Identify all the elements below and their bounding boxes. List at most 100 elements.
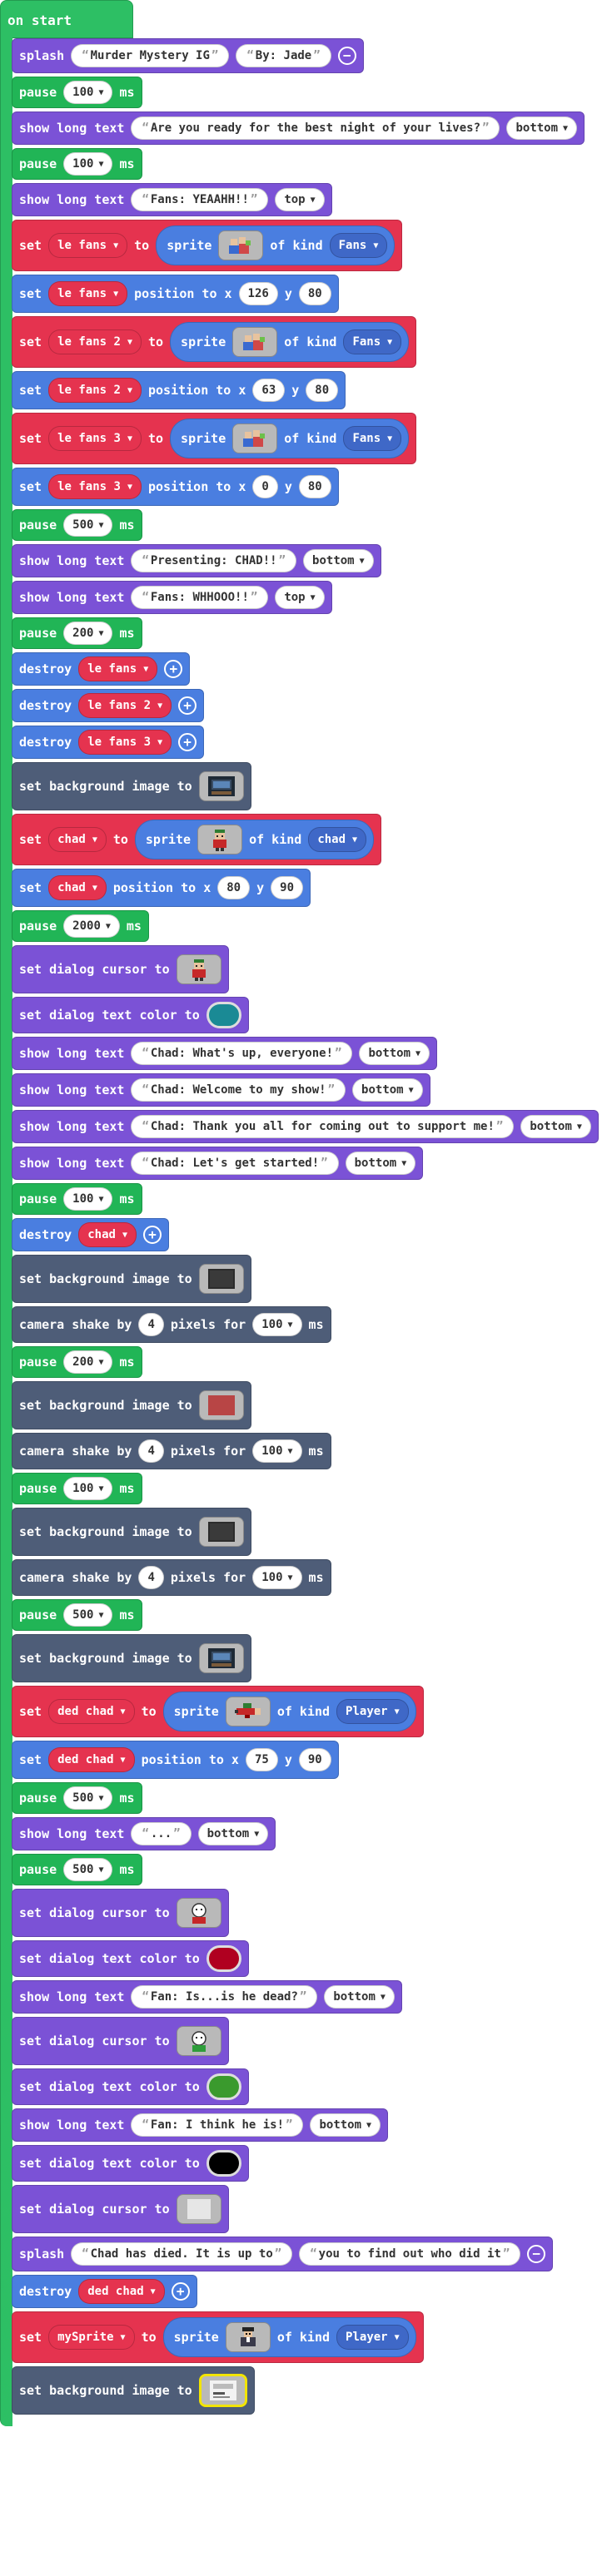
pause-duration-dropdown[interactable]: 100 ▼ [63, 1477, 113, 1500]
y-value-input[interactable]: 80 [306, 379, 339, 402]
pause-block[interactable]: pause 500 ▼ ms [12, 509, 142, 541]
set-sprite-block[interactable]: set mySprite ▼ to sprite of kind Player ▼ [12, 2311, 424, 2363]
set-position-block[interactable]: set le fans 2 ▼ position to x 63 y 80 [12, 371, 346, 409]
variable-dropdown[interactable]: le fans ▼ [48, 281, 128, 306]
pause-duration-dropdown[interactable]: 500 ▼ [63, 1858, 113, 1881]
set-sprite-block[interactable]: set le fans 3 ▼ to sprite of kind Fans ▼ [12, 413, 417, 464]
set-dialog-cursor-block[interactable]: set dialog cursor to [12, 2017, 229, 2065]
dialog-position-dropdown[interactable]: top ▼ [275, 586, 325, 609]
on-start-block[interactable]: on start [0, 0, 133, 38]
shake-duration-dropdown[interactable]: 100 ▼ [252, 1566, 302, 1589]
fan-green-cursor-icon[interactable] [176, 2026, 221, 2056]
shake-amount-input[interactable]: 4 [138, 1313, 164, 1336]
destroy-block[interactable]: destroy le fans 3 ▼ + [12, 726, 205, 759]
variable-dropdown[interactable]: ded chad ▼ [48, 1699, 135, 1724]
pause-block[interactable]: pause 500 ▼ ms [12, 1854, 142, 1885]
variable-dropdown[interactable]: le fans 3 ▼ [48, 426, 142, 451]
create-sprite-reporter[interactable]: sprite of kind Fans ▼ [156, 225, 396, 265]
variable-dropdown[interactable]: le fans ▼ [78, 656, 158, 681]
variable-dropdown[interactable]: chad ▼ [48, 875, 107, 900]
destroy-block[interactable]: destroy le fans ▼ + [12, 652, 191, 686]
long-text-input[interactable]: Chad: Let's get started! [131, 1152, 339, 1175]
set-position-block[interactable]: set le fans ▼ position to x 126 y 80 [12, 275, 339, 313]
splash-block[interactable]: splash Murder Mystery IG By: Jade− [12, 38, 364, 73]
blank-cursor-icon[interactable] [176, 2194, 221, 2224]
splash-subtitle-input[interactable]: By: Jade [236, 44, 331, 67]
remove-argument-button[interactable]: − [527, 2245, 546, 2263]
create-sprite-reporter[interactable]: sprite of kind Player ▼ [162, 2317, 416, 2357]
pause-block[interactable]: pause 500 ▼ ms [12, 1782, 142, 1814]
color-swatch[interactable] [206, 2150, 241, 2177]
dialog-position-dropdown[interactable]: bottom ▼ [324, 1985, 395, 2009]
long-text-input[interactable]: Fan: Is...is he dead? [131, 1985, 318, 2009]
dialog-position-dropdown[interactable]: bottom ▼ [506, 116, 578, 140]
variable-dropdown[interactable]: chad ▼ [78, 1222, 137, 1247]
set-position-block[interactable]: set le fans 3 ▼ position to x 0 y 80 [12, 468, 339, 506]
sprite-kind-dropdown[interactable]: Fans ▼ [343, 329, 402, 354]
set-dialog-cursor-block[interactable]: set dialog cursor to [12, 1889, 229, 1937]
variable-dropdown[interactable]: mySprite ▼ [48, 2325, 135, 2350]
create-sprite-reporter[interactable]: sprite of kind Fans ▼ [170, 419, 410, 458]
set-position-block[interactable]: set ded chad ▼ position to x 75 y 90 [12, 1741, 339, 1779]
pause-duration-dropdown[interactable]: 500 ▼ [63, 513, 113, 537]
set-background-image-block[interactable]: set background image to [12, 762, 251, 810]
long-text-input[interactable]: Presenting: CHAD!! [131, 549, 297, 572]
add-argument-button[interactable]: + [142, 1226, 162, 1244]
show-long-text-block[interactable]: show long text Fan: I think he is! bottom ▼ [12, 2108, 389, 2142]
pause-block[interactable]: pause 100 ▼ ms [12, 148, 142, 180]
long-text-input[interactable]: Chad: Thank you all for coming out to su… [131, 1115, 515, 1138]
dialog-position-dropdown[interactable]: bottom ▼ [345, 1152, 416, 1175]
pause-duration-dropdown[interactable]: 100 ▼ [63, 1187, 113, 1211]
stage-background-icon[interactable] [198, 771, 244, 801]
y-value-input[interactable]: 80 [298, 475, 331, 498]
sprite-kind-dropdown[interactable]: Player ▼ [336, 1699, 409, 1724]
camera-shake-block[interactable]: camera shake by 4 pixels for 100 ▼ ms [12, 1559, 331, 1596]
fans-sprite-icon[interactable] [232, 424, 278, 453]
shake-duration-dropdown[interactable]: 100 ▼ [252, 1313, 302, 1336]
show-long-text-block[interactable]: show long text Chad: Let's get started! bo… [12, 1147, 424, 1180]
add-argument-button[interactable]: + [171, 2282, 190, 2301]
set-sprite-block[interactable]: set le fans ▼ to sprite of kind Fans ▼ [12, 220, 403, 271]
variable-dropdown[interactable]: le fans ▼ [48, 233, 128, 258]
long-text-input[interactable]: Fan: I think he is! [131, 2113, 304, 2137]
chad-sprite-icon[interactable] [197, 825, 243, 855]
color-swatch[interactable] [206, 1002, 241, 1028]
chad-cursor-icon[interactable] [176, 954, 221, 984]
show-long-text-block[interactable]: show long text Fans: WHHOOO!! top ▼ [12, 581, 332, 614]
red-background-icon[interactable] [198, 1390, 244, 1420]
pause-duration-dropdown[interactable]: 200 ▼ [63, 622, 113, 645]
show-long-text-block[interactable]: show long text Are you ready for the best… [12, 111, 585, 145]
variable-dropdown[interactable]: le fans 3 ▼ [48, 474, 142, 499]
long-text-input[interactable]: Chad: What's up, everyone! [131, 1042, 353, 1065]
camera-shake-block[interactable]: camera shake by 4 pixels for 100 ▼ ms [12, 1306, 331, 1343]
show-long-text-block[interactable]: show long text Fans: YEAAHH!! top ▼ [12, 183, 332, 216]
destroy-block[interactable]: destroy chad ▼ + [12, 1218, 169, 1251]
sprite-kind-dropdown[interactable]: Fans ▼ [329, 233, 388, 258]
dialog-position-dropdown[interactable]: top ▼ [275, 188, 325, 211]
color-swatch[interactable] [206, 2073, 241, 2100]
x-value-input[interactable]: 0 [252, 475, 278, 498]
pause-duration-dropdown[interactable]: 500 ▼ [63, 1786, 113, 1810]
y-value-input[interactable]: 90 [298, 1748, 331, 1771]
detective-sprite-icon[interactable] [225, 2322, 271, 2352]
variable-dropdown[interactable]: le fans 3 ▼ [78, 730, 172, 755]
destroy-block[interactable]: destroy le fans 2 ▼ + [12, 689, 205, 722]
splash-block[interactable]: splash Chad has died. It is up toyou to f… [12, 2237, 554, 2271]
set-background-image-block[interactable]: set background image to [12, 1255, 251, 1303]
long-text-input[interactable]: Are you ready for the best night of your… [131, 116, 500, 140]
dialog-position-dropdown[interactable]: bottom ▼ [303, 549, 374, 572]
camera-shake-block[interactable]: camera shake by 4 pixels for 100 ▼ ms [12, 1433, 331, 1469]
variable-dropdown[interactable]: le fans 2 ▼ [48, 378, 142, 403]
dead-chad-sprite-icon[interactable] [225, 1697, 271, 1726]
show-long-text-block[interactable]: show long text... bottom ▼ [12, 1817, 276, 1850]
sprite-kind-dropdown[interactable]: Player ▼ [336, 2325, 409, 2350]
set-dialog-text-color-block[interactable]: set dialog text color to [12, 997, 249, 1033]
x-value-input[interactable]: 80 [217, 876, 251, 899]
shake-amount-input[interactable]: 4 [138, 1566, 164, 1589]
dialog-position-dropdown[interactable]: bottom ▼ [359, 1042, 430, 1065]
show-long-text-block[interactable]: show long text Chad: What's up, everyone!… [12, 1037, 438, 1070]
dialog-position-dropdown[interactable]: bottom ▼ [352, 1078, 423, 1102]
long-text-input[interactable]: Chad: Welcome to my show! [131, 1078, 346, 1102]
x-value-input[interactable]: 75 [245, 1748, 278, 1771]
color-swatch[interactable] [206, 1945, 241, 1972]
